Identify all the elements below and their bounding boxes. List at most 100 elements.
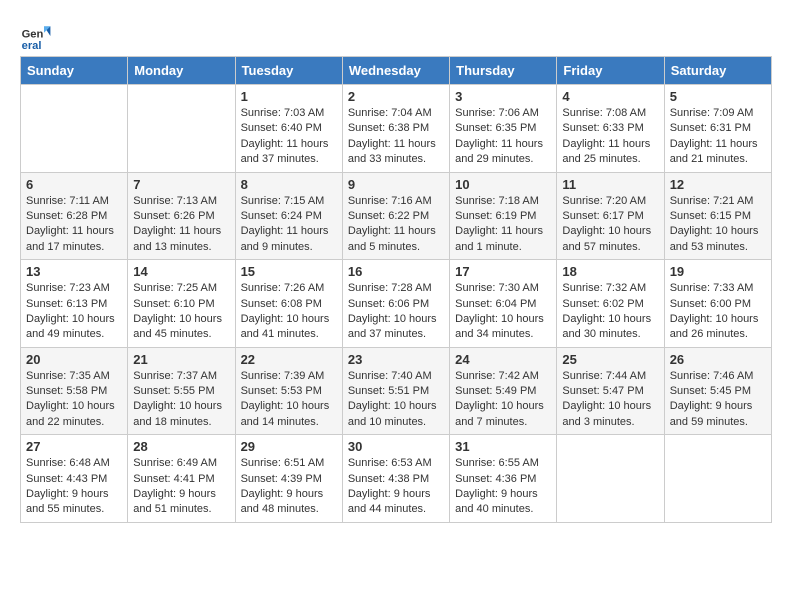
calendar-week-3: 13 Sunrise: 7:23 AM Sunset: 6:13 PM Dayli… — [21, 260, 772, 348]
calendar-week-2: 6Sunrise: 7:11 AM Sunset: 6:28 PM Daylig… — [21, 172, 772, 260]
calendar-cell: 19 Sunrise: 7:33 AM Sunset: 6:00 PM Dayli… — [664, 260, 771, 348]
day-info: Sunrise: 7:06 AM Sunset: 6:35 PM Dayligh… — [455, 106, 551, 168]
day-info: Sunrise: 7:33 AM Sunset: 6:00 PM Dayligh… — [670, 281, 766, 343]
calendar-cell: 14Sunrise: 7:25 AM Sunset: 6:10 PM Dayli… — [128, 260, 235, 348]
day-header-saturday: Saturday — [664, 57, 771, 85]
day-number: 12 — [670, 177, 766, 192]
page-header: Gen eral — [20, 20, 772, 52]
calendar-cell: 23 Sunrise: 7:40 AM Sunset: 5:51 PM Dayli… — [342, 347, 449, 435]
day-info: Sunrise: 7:11 AM Sunset: 6:28 PM Dayligh… — [26, 194, 122, 256]
day-number: 27 — [26, 439, 122, 454]
day-info: Sunrise: 6:51 AM Sunset: 4:39 PM Dayligh… — [241, 456, 337, 518]
day-number: 31 — [455, 439, 551, 454]
day-info: Sunrise: 6:49 AM Sunset: 4:41 PM Dayligh… — [133, 456, 229, 518]
day-number: 26 — [670, 352, 766, 367]
day-number: 23 — [348, 352, 444, 367]
day-info: Sunrise: 7:15 AM Sunset: 6:24 PM Dayligh… — [241, 194, 337, 256]
calendar-cell: 6Sunrise: 7:11 AM Sunset: 6:28 PM Daylig… — [21, 172, 128, 260]
day-info: Sunrise: 7:13 AM Sunset: 6:26 PM Dayligh… — [133, 194, 229, 256]
day-number: 21 — [133, 352, 229, 367]
calendar-cell: 7 Sunrise: 7:13 AM Sunset: 6:26 PM Daylig… — [128, 172, 235, 260]
day-info: Sunrise: 7:09 AM Sunset: 6:31 PM Dayligh… — [670, 106, 766, 168]
calendar-week-4: 20 Sunrise: 7:35 AM Sunset: 5:58 PM Dayli… — [21, 347, 772, 435]
day-header-monday: Monday — [128, 57, 235, 85]
day-info: Sunrise: 7:03 AM Sunset: 6:40 PM Dayligh… — [241, 106, 337, 168]
day-number: 1 — [241, 89, 337, 104]
calendar-cell: 2 Sunrise: 7:04 AM Sunset: 6:38 PM Daylig… — [342, 85, 449, 173]
day-header-tuesday: Tuesday — [235, 57, 342, 85]
day-info: Sunrise: 7:26 AM Sunset: 6:08 PM Dayligh… — [241, 281, 337, 343]
day-info: Sunrise: 7:44 AM Sunset: 5:47 PM Dayligh… — [562, 369, 658, 431]
day-header-thursday: Thursday — [450, 57, 557, 85]
calendar-cell: 5 Sunrise: 7:09 AM Sunset: 6:31 PM Daylig… — [664, 85, 771, 173]
day-number: 25 — [562, 352, 658, 367]
day-number: 22 — [241, 352, 337, 367]
logo-icon: Gen eral — [20, 20, 52, 52]
calendar-cell: 21 Sunrise: 7:37 AM Sunset: 5:55 PM Dayli… — [128, 347, 235, 435]
calendar-cell: 10Sunrise: 7:18 AM Sunset: 6:19 PM Dayli… — [450, 172, 557, 260]
calendar-cell: 17Sunrise: 7:30 AM Sunset: 6:04 PM Dayli… — [450, 260, 557, 348]
day-number: 28 — [133, 439, 229, 454]
day-number: 24 — [455, 352, 551, 367]
day-number: 19 — [670, 264, 766, 279]
calendar-header: SundayMondayTuesdayWednesdayThursdayFrid… — [21, 57, 772, 85]
day-number: 5 — [670, 89, 766, 104]
day-info: Sunrise: 7:40 AM Sunset: 5:51 PM Dayligh… — [348, 369, 444, 431]
day-header-wednesday: Wednesday — [342, 57, 449, 85]
calendar-cell: 28 Sunrise: 6:49 AM Sunset: 4:41 PM Dayli… — [128, 435, 235, 523]
calendar-week-1: 1 Sunrise: 7:03 AM Sunset: 6:40 PM Daylig… — [21, 85, 772, 173]
calendar-cell: 24 Sunrise: 7:42 AM Sunset: 5:49 PM Dayli… — [450, 347, 557, 435]
day-info: Sunrise: 7:04 AM Sunset: 6:38 PM Dayligh… — [348, 106, 444, 168]
calendar-cell: 25 Sunrise: 7:44 AM Sunset: 5:47 PM Dayli… — [557, 347, 664, 435]
day-number: 13 — [26, 264, 122, 279]
calendar-cell: 11Sunrise: 7:20 AM Sunset: 6:17 PM Dayli… — [557, 172, 664, 260]
day-info: Sunrise: 7:21 AM Sunset: 6:15 PM Dayligh… — [670, 194, 766, 256]
day-info: Sunrise: 6:55 AM Sunset: 4:36 PM Dayligh… — [455, 456, 551, 518]
day-info: Sunrise: 7:16 AM Sunset: 6:22 PM Dayligh… — [348, 194, 444, 256]
calendar-cell: 13 Sunrise: 7:23 AM Sunset: 6:13 PM Dayli… — [21, 260, 128, 348]
calendar-cell: 3 Sunrise: 7:06 AM Sunset: 6:35 PM Daylig… — [450, 85, 557, 173]
calendar-cell: 20 Sunrise: 7:35 AM Sunset: 5:58 PM Dayli… — [21, 347, 128, 435]
day-info: Sunrise: 7:42 AM Sunset: 5:49 PM Dayligh… — [455, 369, 551, 431]
day-info: Sunrise: 7:28 AM Sunset: 6:06 PM Dayligh… — [348, 281, 444, 343]
day-info: Sunrise: 7:23 AM Sunset: 6:13 PM Dayligh… — [26, 281, 122, 343]
day-number: 16 — [348, 264, 444, 279]
day-info: Sunrise: 7:37 AM Sunset: 5:55 PM Dayligh… — [133, 369, 229, 431]
day-number: 9 — [348, 177, 444, 192]
calendar-cell: 18 Sunrise: 7:32 AM Sunset: 6:02 PM Dayli… — [557, 260, 664, 348]
day-number: 14 — [133, 264, 229, 279]
day-number: 7 — [133, 177, 229, 192]
day-number: 4 — [562, 89, 658, 104]
day-info: Sunrise: 7:35 AM Sunset: 5:58 PM Dayligh… — [26, 369, 122, 431]
day-number: 17 — [455, 264, 551, 279]
calendar-cell: 1 Sunrise: 7:03 AM Sunset: 6:40 PM Daylig… — [235, 85, 342, 173]
calendar-cell — [557, 435, 664, 523]
day-info: Sunrise: 6:53 AM Sunset: 4:38 PM Dayligh… — [348, 456, 444, 518]
day-number: 29 — [241, 439, 337, 454]
calendar-cell: 8Sunrise: 7:15 AM Sunset: 6:24 PM Daylig… — [235, 172, 342, 260]
day-info: Sunrise: 6:48 AM Sunset: 4:43 PM Dayligh… — [26, 456, 122, 518]
calendar-cell — [128, 85, 235, 173]
day-number: 11 — [562, 177, 658, 192]
calendar-cell — [21, 85, 128, 173]
svg-text:Gen: Gen — [22, 29, 44, 41]
day-header-friday: Friday — [557, 57, 664, 85]
calendar-cell: 4Sunrise: 7:08 AM Sunset: 6:33 PM Daylig… — [557, 85, 664, 173]
calendar-cell: 26Sunrise: 7:46 AM Sunset: 5:45 PM Dayli… — [664, 347, 771, 435]
day-number: 30 — [348, 439, 444, 454]
day-info: Sunrise: 7:18 AM Sunset: 6:19 PM Dayligh… — [455, 194, 551, 256]
logo: Gen eral — [20, 20, 56, 52]
calendar-body: 1 Sunrise: 7:03 AM Sunset: 6:40 PM Daylig… — [21, 85, 772, 523]
calendar-cell: 15 Sunrise: 7:26 AM Sunset: 6:08 PM Dayli… — [235, 260, 342, 348]
day-info: Sunrise: 7:39 AM Sunset: 5:53 PM Dayligh… — [241, 369, 337, 431]
day-number: 15 — [241, 264, 337, 279]
day-number: 2 — [348, 89, 444, 104]
day-number: 18 — [562, 264, 658, 279]
day-header-sunday: Sunday — [21, 57, 128, 85]
calendar-cell: 12 Sunrise: 7:21 AM Sunset: 6:15 PM Dayli… — [664, 172, 771, 260]
day-info: Sunrise: 7:32 AM Sunset: 6:02 PM Dayligh… — [562, 281, 658, 343]
calendar-cell: 27 Sunrise: 6:48 AM Sunset: 4:43 PM Dayli… — [21, 435, 128, 523]
calendar-cell: 30 Sunrise: 6:53 AM Sunset: 4:38 PM Dayli… — [342, 435, 449, 523]
day-number: 3 — [455, 89, 551, 104]
day-number: 20 — [26, 352, 122, 367]
